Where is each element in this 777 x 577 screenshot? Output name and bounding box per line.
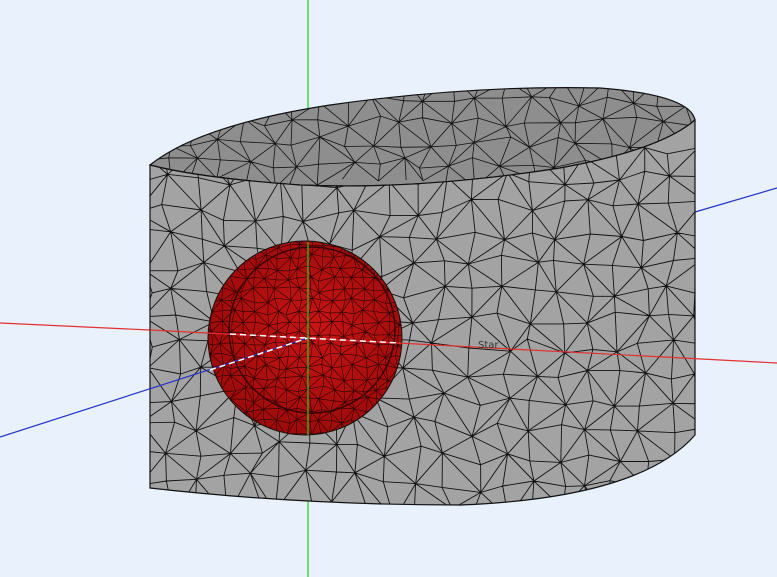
- x-axis-line-left: [0, 322, 151, 331]
- mesh-scene: Star: [0, 0, 777, 577]
- 3d-viewport[interactable]: Star: [0, 0, 777, 577]
- z-axis-line-right: [694, 187, 777, 213]
- star-label: Star: [478, 340, 499, 351]
